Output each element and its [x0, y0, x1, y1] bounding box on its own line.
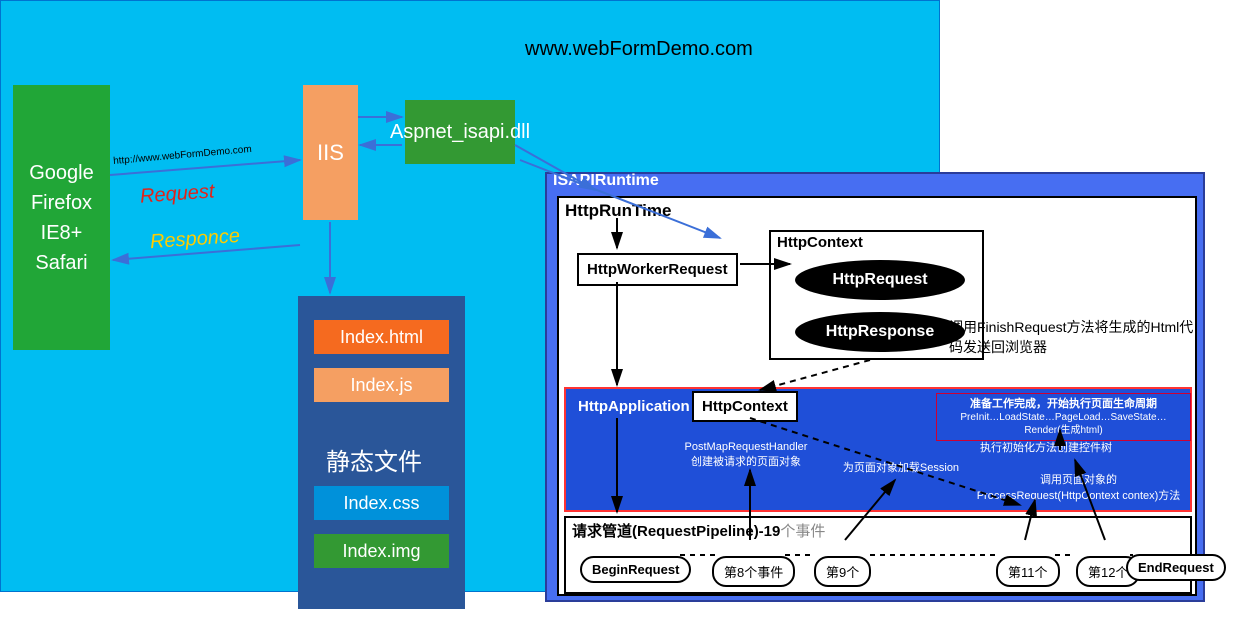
request-pipeline-box: 请求管道(RequestPipeline)-19个事件 BeginRequest… [564, 516, 1192, 594]
process-text: 调用页面对象的 ProcessRequest(HttpContext conte… [966, 471, 1191, 503]
pipeline-event8: 第8个事件 [712, 556, 795, 587]
httpworkerrequest-box: HttpWorkerRequest [577, 253, 738, 286]
aspnet-isapi-box: Aspnet_isapi.dll [405, 100, 515, 164]
http-application-band: HttpApplication HttpContext 准备工作完成，开始执行页… [564, 387, 1192, 512]
browser-firefox: Firefox [31, 188, 92, 218]
postmap-text: PostMapRequestHandler 创建被请求的页面对象 [661, 441, 831, 469]
httpruntime-label: HttpRunTime [565, 201, 671, 221]
browser-google: Google [29, 158, 94, 188]
prepare-header: 准备工作完成，开始执行页面生命周期 [942, 397, 1185, 411]
iis-box: IIS [303, 85, 358, 220]
httpruntime-box: HttpRunTime HttpWorkerRequest HttpContex… [557, 196, 1197, 596]
file-index-html: Index.html [314, 320, 449, 354]
pipeline-event11: 第11个 [996, 556, 1060, 587]
static-files-label: 静态文件 [326, 442, 422, 477]
httpresponse-oval: HttpResponse [795, 312, 965, 352]
httpcontext2-box: HttpContext [692, 391, 798, 422]
session-text: 为页面对象加载Session [831, 459, 971, 475]
file-index-img: Index.img [314, 534, 449, 568]
browser-safari: Safari [35, 248, 87, 278]
pipeline-label: 请求管道(RequestPipeline)-19个事件 [572, 520, 825, 541]
httpapplication-label: HttpApplication [572, 393, 696, 420]
files-panel: Index.html Index.js 静态文件 Index.css Index… [298, 296, 465, 609]
isapiruntime-box: ISAPIRuntime HttpRunTime HttpWorkerReque… [545, 172, 1205, 602]
file-index-js: Index.js [314, 368, 449, 402]
server-title: www.webFormDemo.com [525, 38, 753, 61]
httpcontext-label: HttpContext [777, 234, 863, 251]
isapiruntime-label: ISAPIRuntime [553, 172, 659, 190]
browser-ie8: IE8+ [41, 218, 83, 248]
httprequest-oval: HttpRequest [795, 260, 965, 300]
pipeline-endrequest: EndRequest [1126, 554, 1226, 581]
prepare-body: PreInit…LoadState…PageLoad…SaveState…Ren… [942, 411, 1185, 437]
prepare-badge: 准备工作完成，开始执行页面生命周期 PreInit…LoadState…Page… [936, 393, 1191, 441]
pipeline-event9: 第9个 [814, 556, 871, 587]
finish-request-text: 调用FinishRequest方法将生成的Html代码发送回浏览器 [949, 318, 1195, 357]
pipeline-beginrequest: BeginRequest [580, 556, 691, 583]
file-index-css: Index.css [314, 486, 449, 520]
init-text: 执行初始化方法创建控件树 [961, 439, 1131, 455]
browsers-box: Google Firefox IE8+ Safari [13, 85, 110, 350]
